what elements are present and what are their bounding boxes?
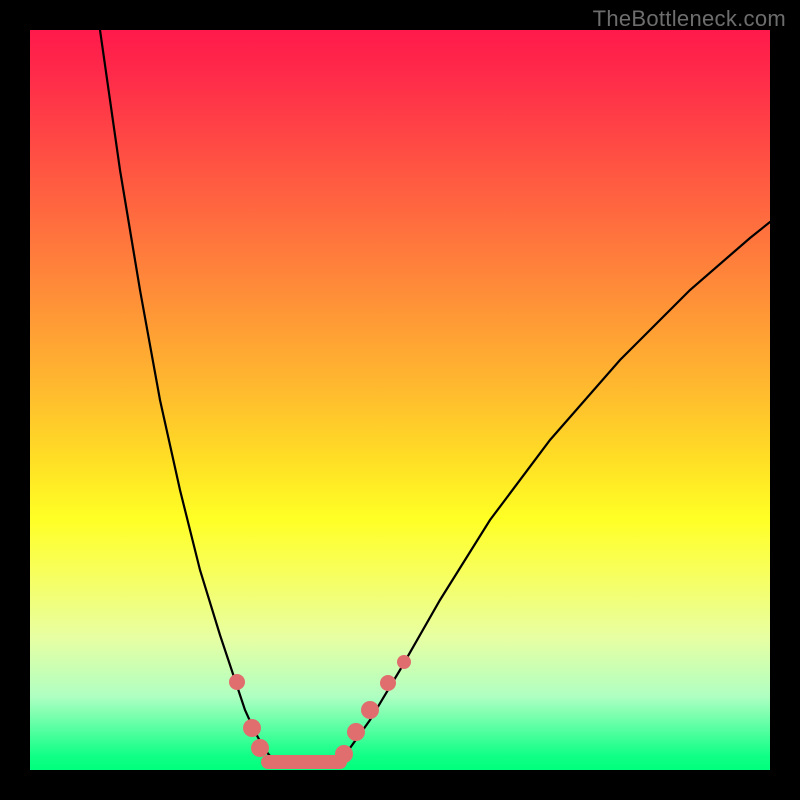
curve-marker-dot bbox=[380, 675, 396, 691]
bottleneck-curve-right bbox=[335, 222, 770, 762]
curve-marker-dot bbox=[347, 723, 365, 741]
watermark-text: TheBottleneck.com bbox=[593, 6, 786, 32]
curve-marker-dot bbox=[361, 701, 379, 719]
bottleneck-curve-left bbox=[100, 30, 275, 762]
curve-markers bbox=[229, 655, 411, 763]
curve-layer bbox=[30, 30, 770, 770]
curve-marker-dot bbox=[229, 674, 245, 690]
curve-marker-dot bbox=[397, 655, 411, 669]
curve-marker-dot bbox=[251, 739, 269, 757]
plot-area bbox=[30, 30, 770, 770]
curve-marker-dot bbox=[243, 719, 261, 737]
chart-frame: TheBottleneck.com bbox=[0, 0, 800, 800]
